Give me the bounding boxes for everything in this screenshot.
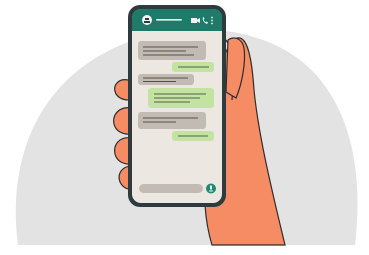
more-options-icon[interactable]	[211, 16, 213, 25]
chat-header	[132, 9, 222, 31]
message-bubble-incoming	[138, 41, 206, 60]
phone	[128, 5, 226, 207]
hand-holding-phone-illustration	[15, 5, 358, 246]
chat-messages	[138, 41, 214, 141]
message-bubble-outgoing	[172, 62, 214, 72]
message-bubble-incoming	[138, 74, 194, 85]
contact-name-placeholder	[156, 19, 182, 21]
message-input-field[interactable]	[139, 184, 203, 193]
message-bubble-outgoing	[172, 131, 214, 141]
message-bubble-outgoing	[148, 88, 214, 108]
video-call-icon[interactable]	[191, 18, 200, 23]
message-bubble-incoming	[138, 112, 206, 129]
